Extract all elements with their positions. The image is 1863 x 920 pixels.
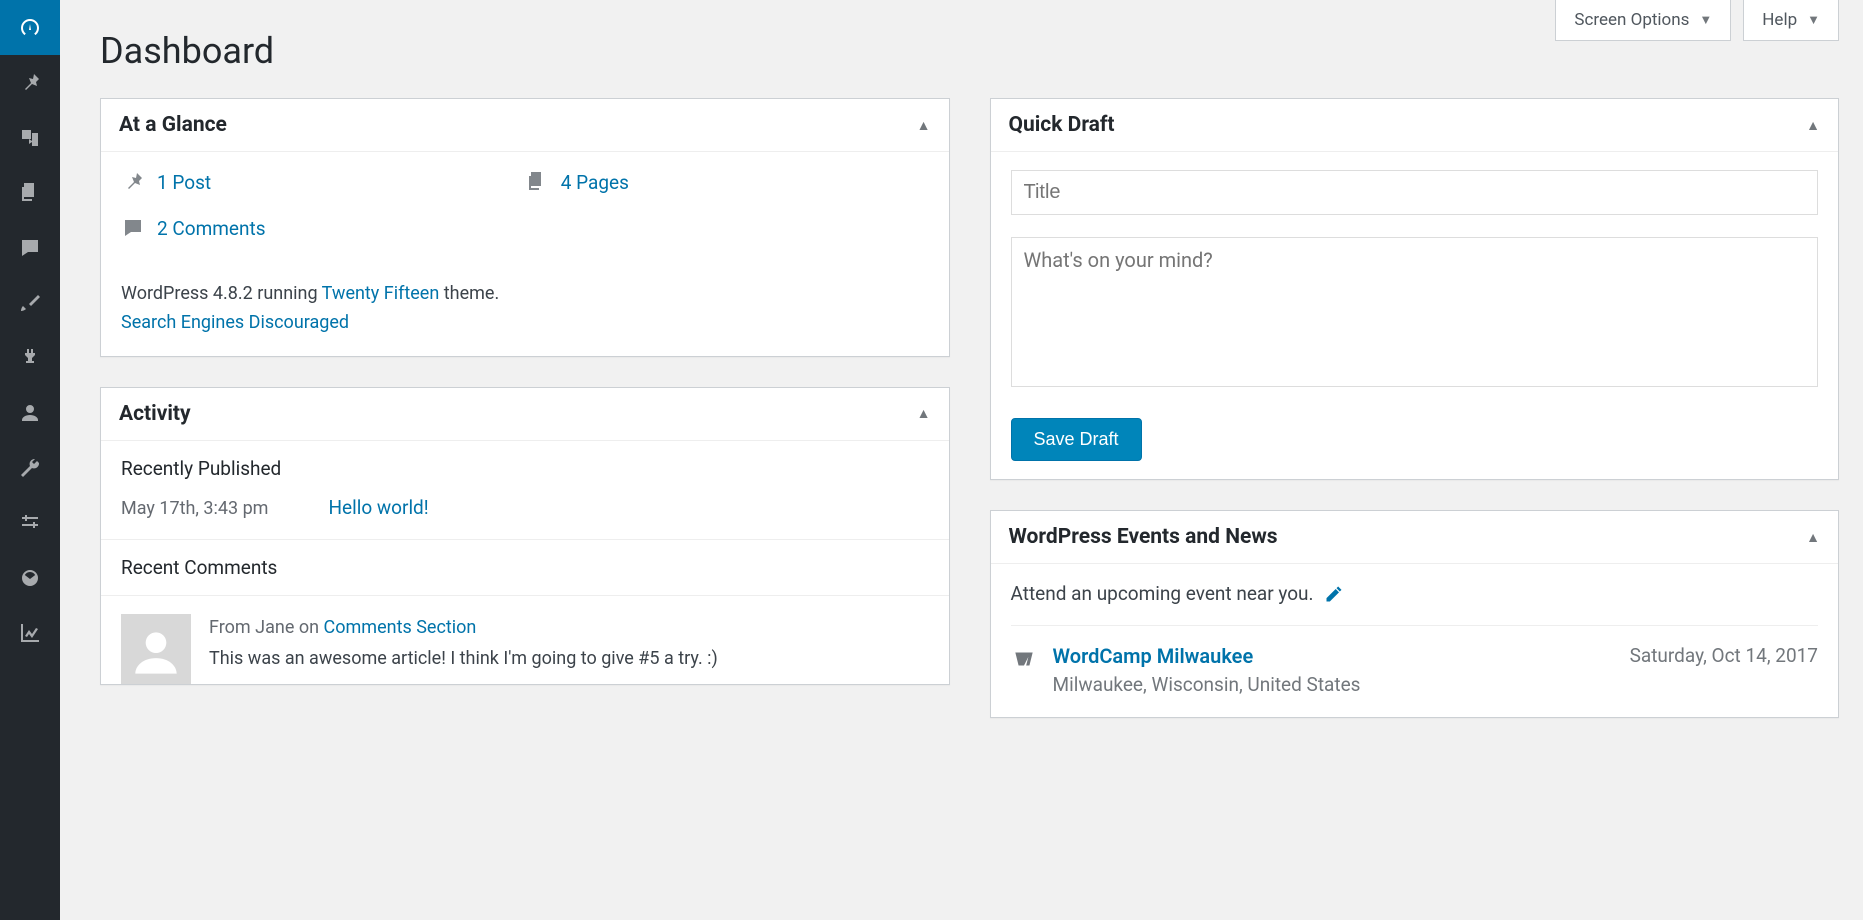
recent-comments-heading: Recent Comments <box>101 540 949 595</box>
help-label: Help <box>1762 10 1797 30</box>
event-location: Milwaukee, Wisconsin, United States <box>1053 672 1614 699</box>
posts-link[interactable]: 1 Post <box>157 171 211 194</box>
collapse-toggle[interactable]: ▲ <box>1806 117 1820 134</box>
edit-icon[interactable] <box>1324 584 1344 604</box>
dashboard-icon <box>18 16 42 40</box>
user-icon <box>18 401 42 425</box>
plug-icon <box>18 346 42 370</box>
sidebar-tools[interactable] <box>0 440 60 495</box>
event-date: Saturday, Oct 14, 2017 <box>1630 644 1818 699</box>
sidebar-comments[interactable] <box>0 220 60 275</box>
screen-options-label: Screen Options <box>1574 10 1689 30</box>
events-panel: WordPress Events and News ▲ Attend an up… <box>990 510 1840 718</box>
sliders-icon <box>18 511 42 535</box>
quick-draft-panel: Quick Draft ▲ Save Draft <box>990 98 1840 480</box>
at-a-glance-title: At a Glance <box>119 113 227 137</box>
quick-draft-title: Quick Draft <box>1009 113 1115 137</box>
at-a-glance-panel: At a Glance ▲ 1 Post 4 Pages <box>100 98 950 357</box>
pin-icon <box>121 170 145 194</box>
person-icon <box>125 622 187 684</box>
top-controls: Screen Options ▼ Help ▼ <box>1555 0 1839 41</box>
gauge-icon <box>18 566 42 590</box>
comment-author: Jane <box>255 617 294 638</box>
sidebar-settings[interactable] <box>0 495 60 550</box>
comment-post-link[interactable]: Comments Section <box>324 617 477 638</box>
draft-content-textarea[interactable] <box>1011 237 1819 387</box>
published-date: May 17th, 3:43 pm <box>121 498 268 519</box>
activity-title: Activity <box>119 402 191 426</box>
wordcamp-icon <box>1011 646 1037 672</box>
draft-title-input[interactable] <box>1011 170 1819 215</box>
version-suffix: theme. <box>439 283 499 304</box>
events-intro-text: Attend an upcoming event near you. <box>1011 582 1314 605</box>
chevron-down-icon: ▼ <box>1699 12 1712 28</box>
collapse-toggle[interactable]: ▲ <box>1806 529 1820 546</box>
save-draft-button[interactable]: Save Draft <box>1011 418 1142 461</box>
comment-icon <box>121 216 145 240</box>
on-text: on <box>294 617 323 638</box>
comment-body: This was an awesome article! I think I'm… <box>209 645 718 673</box>
collapse-toggle[interactable]: ▲ <box>917 117 931 134</box>
version-prefix: WordPress 4.8.2 running <box>121 283 322 304</box>
sidebar-plugins[interactable] <box>0 330 60 385</box>
pin-icon <box>18 71 42 95</box>
sidebar-pages[interactable] <box>0 165 60 220</box>
sidebar-media[interactable] <box>0 110 60 165</box>
sidebar-appearance[interactable] <box>0 275 60 330</box>
from-prefix: From <box>209 617 255 638</box>
sidebar-performance[interactable] <box>0 550 60 605</box>
main-content: Screen Options ▼ Help ▼ Dashboard At a G… <box>60 0 1863 920</box>
wrench-icon <box>18 456 42 480</box>
pages-icon <box>18 181 42 205</box>
sidebar-analytics[interactable] <box>0 605 60 660</box>
help-button[interactable]: Help ▼ <box>1743 0 1839 41</box>
theme-link[interactable]: Twenty Fifteen <box>322 283 440 304</box>
activity-panel: Activity ▲ Recently Published May 17th, … <box>100 387 950 685</box>
published-post-link[interactable]: Hello world! <box>328 496 428 519</box>
search-engines-link[interactable]: Search Engines Discouraged <box>121 312 349 333</box>
brush-icon <box>18 291 42 315</box>
sidebar-posts[interactable] <box>0 55 60 110</box>
screen-options-button[interactable]: Screen Options ▼ <box>1555 0 1731 41</box>
events-title: WordPress Events and News <box>1009 525 1278 549</box>
pages-icon <box>525 170 549 194</box>
avatar <box>121 614 191 684</box>
comment-icon <box>18 236 42 260</box>
sidebar-dashboard[interactable] <box>0 0 60 55</box>
collapse-toggle[interactable]: ▲ <box>917 405 931 422</box>
pages-link[interactable]: 4 Pages <box>561 171 629 194</box>
media-icon <box>18 126 42 150</box>
recently-published-heading: Recently Published <box>101 441 949 496</box>
chevron-down-icon: ▼ <box>1807 12 1820 28</box>
admin-sidebar <box>0 0 60 920</box>
comments-link[interactable]: 2 Comments <box>157 217 266 240</box>
chart-icon <box>18 621 42 645</box>
sidebar-users[interactable] <box>0 385 60 440</box>
event-link[interactable]: WordCamp Milwaukee <box>1053 644 1254 668</box>
